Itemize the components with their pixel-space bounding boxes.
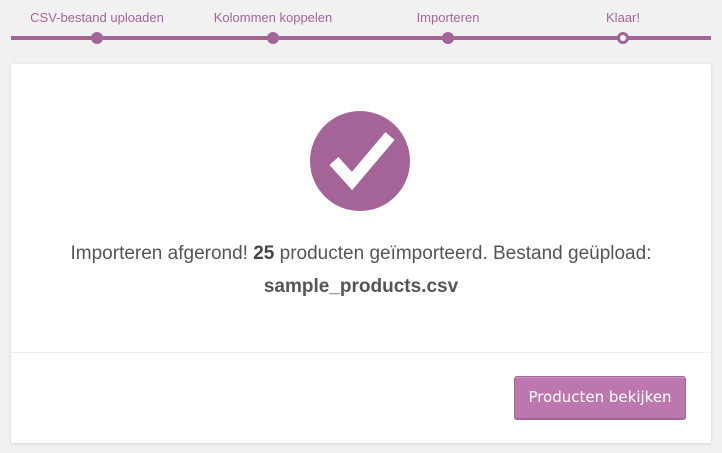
step-upload-csv: CSV-bestand uploaden <box>9 0 185 50</box>
progress-steps: CSV-bestand uploaden Kolommen koppelen I… <box>0 0 722 60</box>
step-done: Klaar! <box>535 0 711 50</box>
divider <box>11 352 711 353</box>
step-map-columns: Kolommen koppelen <box>185 0 361 50</box>
step-label: Importeren <box>416 10 480 25</box>
imported-count: 25 <box>253 243 275 264</box>
uploaded-filename: sample_products.csv <box>263 276 459 297</box>
step-dot <box>267 32 279 44</box>
step-import: Importeren <box>360 0 536 50</box>
step-dot <box>442 32 454 44</box>
import-result-card: Importeren afgerond! 25 producten geïmpo… <box>11 64 711 443</box>
step-dot-active <box>617 32 629 44</box>
import-complete-message: Importeren afgerond! 25 producten geïmpo… <box>11 240 711 268</box>
step-label: CSV-bestand uploaden <box>30 10 164 25</box>
message-prefix: Importeren afgerond! <box>70 243 248 264</box>
view-products-button[interactable]: Producten bekijken <box>514 376 686 419</box>
step-label: Kolommen koppelen <box>213 10 333 25</box>
checkmark-icon <box>310 111 410 211</box>
step-dot <box>91 32 103 44</box>
message-suffix: producten geïmporteerd. Bestand geüpload… <box>279 243 652 264</box>
step-label: Klaar! <box>606 10 640 25</box>
